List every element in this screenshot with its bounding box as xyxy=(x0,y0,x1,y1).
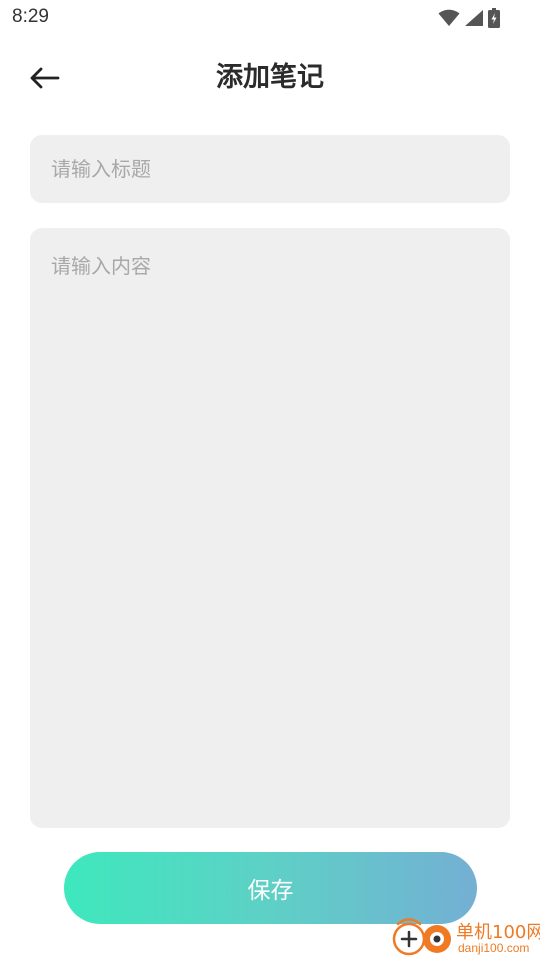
app-bar: 添加笔记 xyxy=(0,48,540,108)
watermark-url: danji100.com xyxy=(458,941,530,955)
watermark-logo-icon xyxy=(392,918,451,956)
status-time: 8:29 xyxy=(12,6,49,27)
cellular-signal-icon xyxy=(465,10,483,26)
status-bar: 8:29 xyxy=(0,0,540,36)
wifi-icon xyxy=(438,9,460,26)
page-title: 添加笔记 xyxy=(216,62,324,93)
status-icons xyxy=(438,8,500,28)
save-button[interactable]: 保存 xyxy=(64,852,477,924)
title-input[interactable] xyxy=(30,135,510,203)
battery-charging-icon xyxy=(488,8,500,28)
watermark: 单机100网 danji100.com xyxy=(390,916,540,960)
content-input[interactable] xyxy=(30,228,510,828)
